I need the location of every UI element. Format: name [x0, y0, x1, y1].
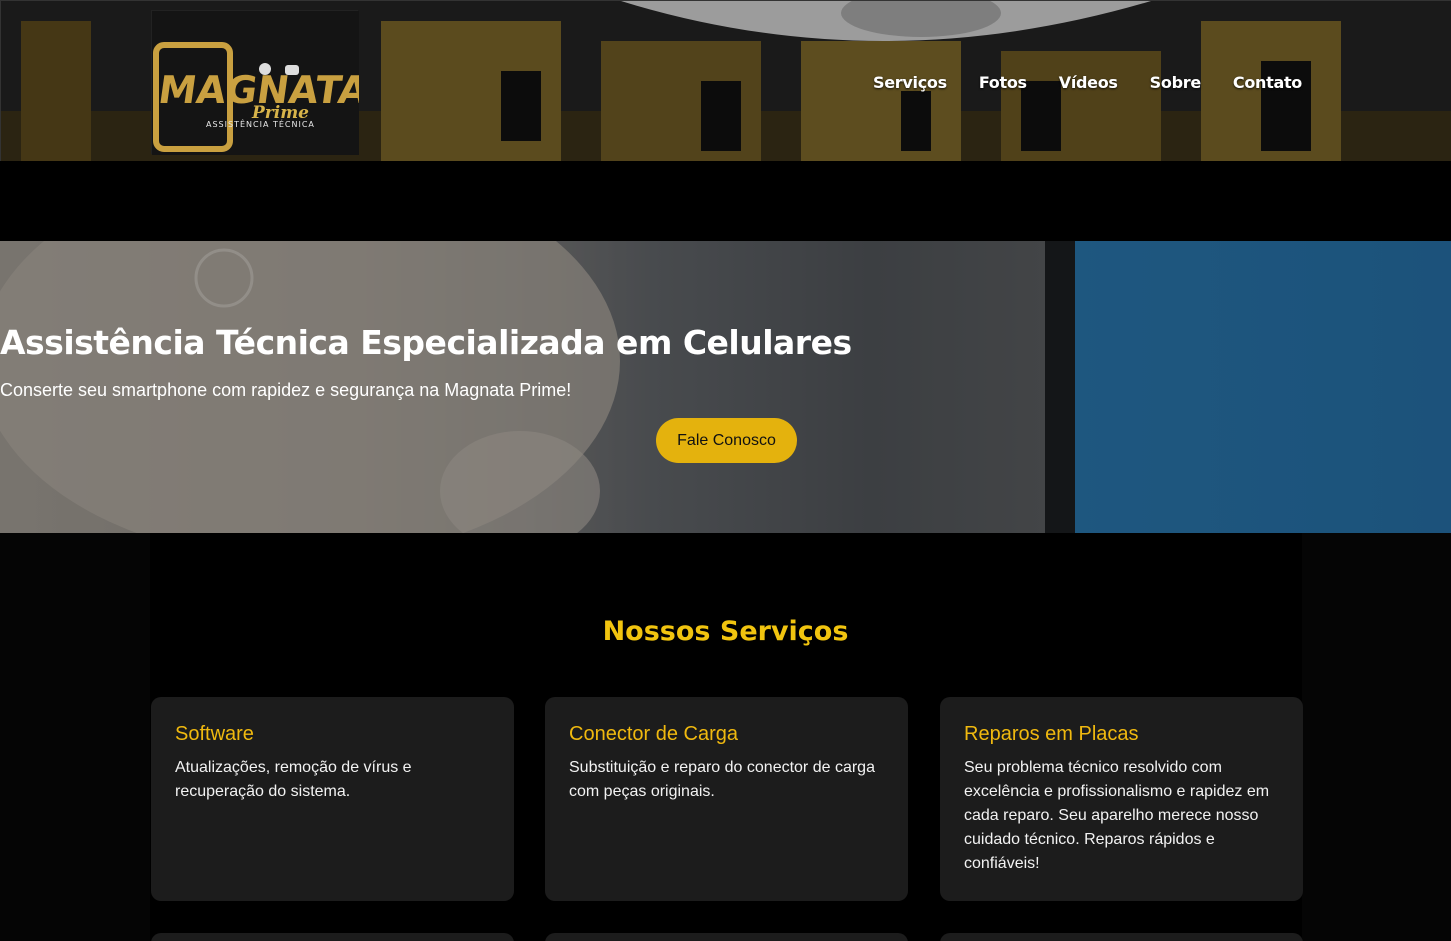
nav-sobre[interactable]: Sobre [1150, 73, 1202, 92]
nav-videos[interactable]: Vídeos [1059, 73, 1118, 92]
service-card-title: Conector de Carga [569, 723, 738, 745]
main-nav: Serviços Fotos Vídeos Sobre Contato [873, 73, 1302, 92]
brand-logo[interactable]: MAGNATA Prime ASSISTÊNCIA TÉCNICA [151, 10, 371, 155]
service-card-next [151, 933, 514, 941]
hero-title: Assistência Técnica Especializada em Cel… [0, 323, 852, 362]
service-card-placas: Reparos em Placas Seu problema técnico r… [940, 697, 1303, 901]
service-card-software: Software Atualizações, remoção de vírus … [151, 697, 514, 901]
logo-graphic: MAGNATA Prime ASSISTÊNCIA TÉCNICA [152, 11, 371, 155]
services-title: Nossos Serviços [602, 616, 849, 647]
service-card-text: Seu problema técnico resolvido com excel… [964, 759, 1270, 872]
service-card-text: Atualizações, remoção de vírus e recuper… [175, 759, 412, 800]
header-spacer [0, 161, 1451, 241]
services-section: Nossos Serviços Software Atualizações, r… [0, 533, 1451, 941]
hero-section: Assistência Técnica Especializada em Cel… [0, 241, 1451, 533]
nav-contato[interactable]: Contato [1233, 73, 1302, 92]
contact-cta-button[interactable]: Fale Conosco [656, 418, 797, 463]
svg-text:ASSISTÊNCIA TÉCNICA: ASSISTÊNCIA TÉCNICA [206, 118, 315, 129]
service-card-title: Reparos em Placas [964, 723, 1139, 745]
nav-servicos[interactable]: Serviços [873, 73, 947, 92]
hero-subtitle: Conserte seu smartphone com rapidez e se… [0, 380, 572, 400]
service-card-text: Substituição e reparo do conector de car… [569, 759, 875, 800]
service-card-conector: Conector de Carga Substituição e reparo … [545, 697, 908, 901]
site-header: MAGNATA Prime ASSISTÊNCIA TÉCNICA Serviç… [0, 0, 1451, 161]
nav-fotos[interactable]: Fotos [979, 73, 1027, 92]
service-card-title: Software [175, 723, 254, 745]
service-card-next [545, 933, 908, 941]
service-card-next [940, 933, 1303, 941]
